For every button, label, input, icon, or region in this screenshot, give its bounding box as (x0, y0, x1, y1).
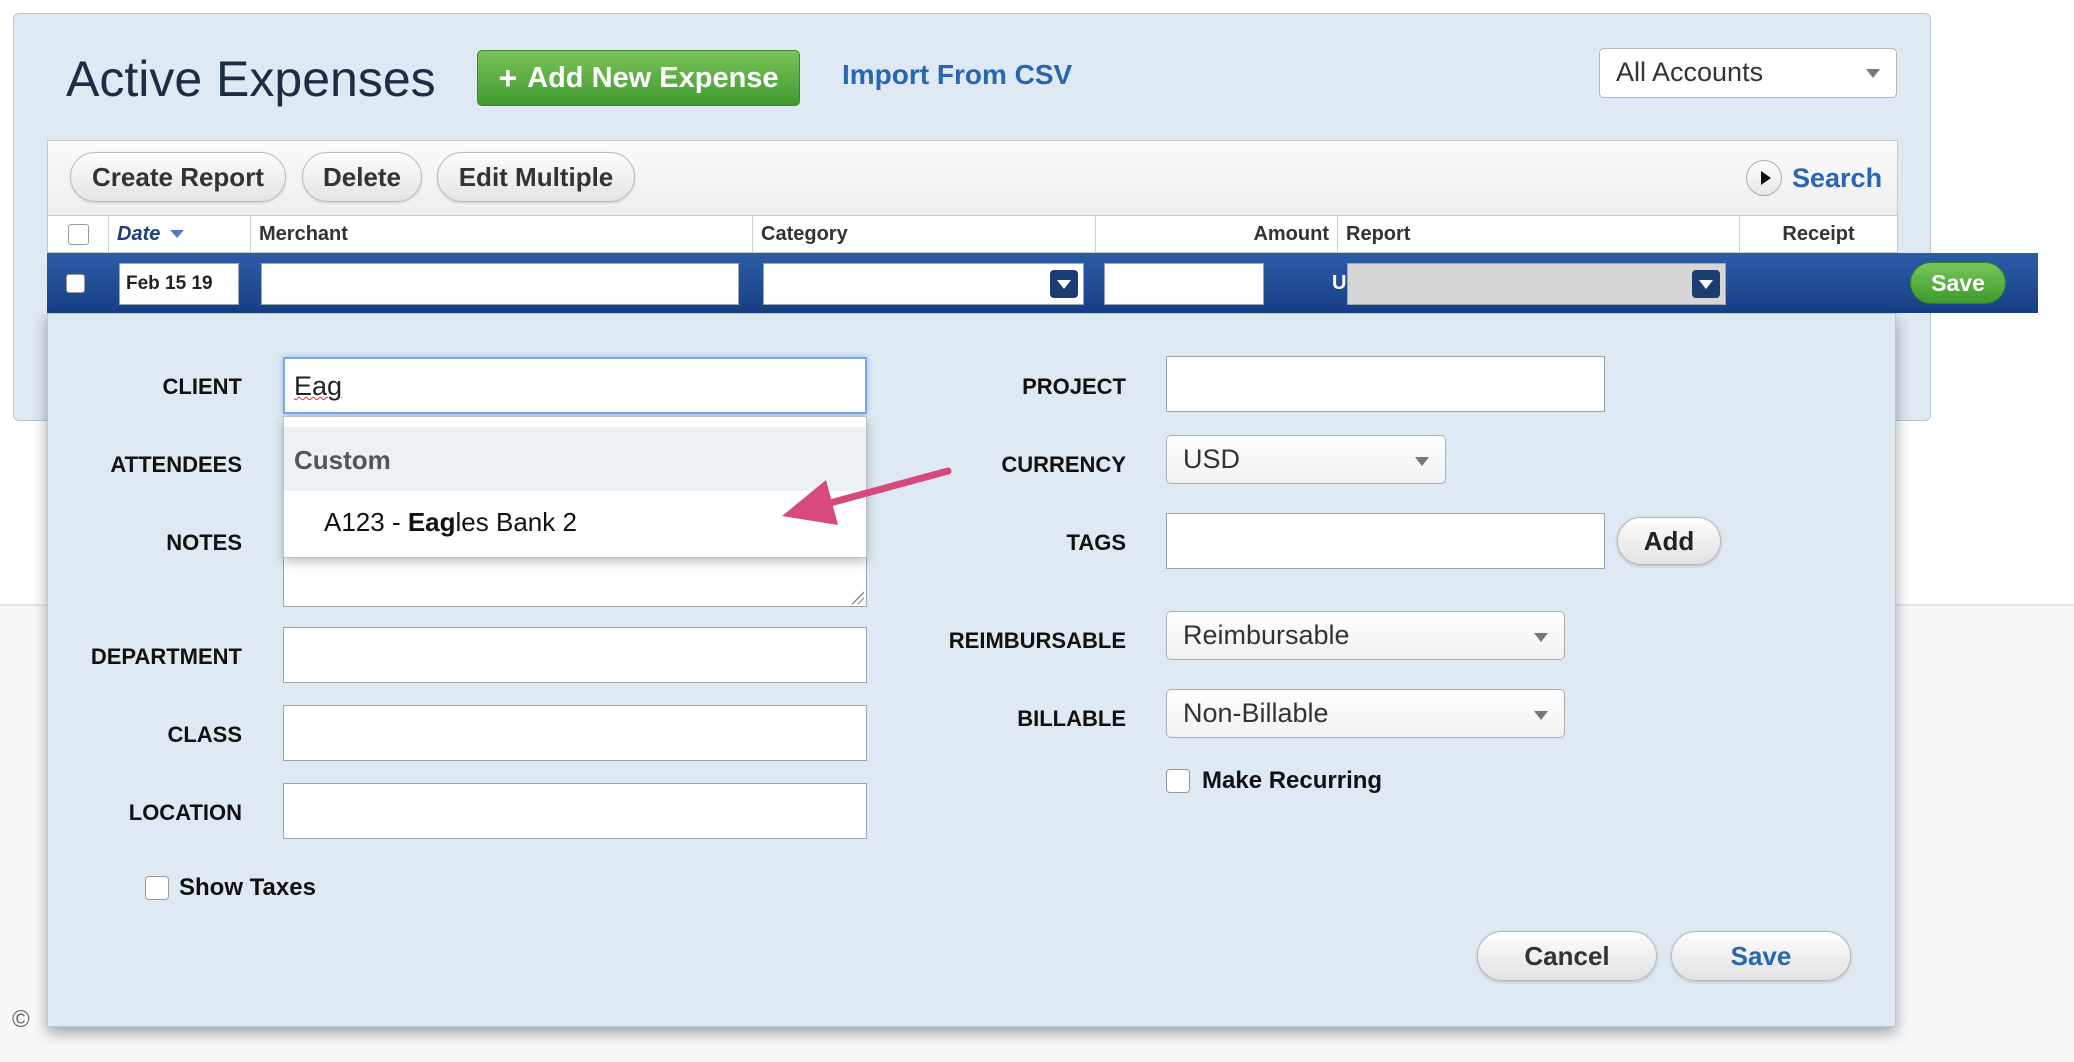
currency-select[interactable]: USD (1166, 435, 1446, 484)
column-date-label: Date (117, 222, 161, 245)
location-input[interactable] (283, 783, 867, 839)
save-button[interactable]: Save (1671, 931, 1851, 981)
make-recurring-toggle[interactable]: Make Recurring (1166, 767, 1382, 795)
currency-select-value: USD (1183, 444, 1241, 474)
billable-label: BILLABLE (1017, 706, 1126, 731)
reimbursable-label: REIMBURSABLE (948, 628, 1126, 653)
report-select[interactable] (1347, 263, 1726, 305)
resize-handle-icon[interactable] (850, 590, 864, 604)
select-all-cell (48, 216, 109, 252)
accounts-select[interactable]: All Accounts (1599, 48, 1897, 98)
chevron-down-icon[interactable] (1050, 270, 1078, 298)
chevron-down-icon (1866, 69, 1880, 78)
row-checkbox[interactable] (66, 274, 85, 293)
project-label: PROJECT (1022, 374, 1126, 399)
edit-multiple-button[interactable]: Edit Multiple (437, 152, 635, 202)
make-recurring-checkbox[interactable] (1166, 769, 1190, 793)
column-date[interactable]: Date (109, 216, 251, 252)
reimbursable-select-value: Reimbursable (1183, 620, 1350, 650)
table-header: Date Merchant Category Amount Report Rec… (47, 215, 1898, 253)
import-from-csv-link[interactable]: Import From CSV (842, 59, 1072, 91)
tags-input[interactable] (1166, 513, 1605, 569)
client-input[interactable]: Eag (283, 357, 867, 414)
accounts-select-value: All Accounts (1616, 57, 1764, 87)
project-input[interactable] (1166, 356, 1605, 412)
column-report[interactable]: Report (1338, 216, 1740, 252)
chevron-down-icon[interactable] (1692, 270, 1720, 298)
row-save-button[interactable]: Save (1910, 262, 2006, 304)
amount-input[interactable] (1104, 263, 1264, 305)
reimbursable-select[interactable]: Reimbursable (1166, 611, 1565, 660)
plus-icon: + (498, 59, 518, 96)
option-rest: les Bank 2 (455, 507, 577, 537)
add-new-expense-label: Add New Expense (527, 61, 779, 94)
chevron-down-icon (1534, 711, 1548, 720)
search-link[interactable]: Search (1792, 163, 1882, 194)
notes-label: NOTES (166, 530, 242, 555)
show-taxes-checkbox[interactable] (145, 876, 169, 900)
make-recurring-label: Make Recurring (1202, 767, 1383, 794)
column-receipt[interactable]: Receipt (1740, 216, 1897, 252)
department-input[interactable] (283, 627, 867, 683)
date-input[interactable]: Feb 15 19 (119, 263, 239, 305)
show-taxes-label: Show Taxes (179, 874, 316, 901)
client-input-value: Eag (294, 371, 343, 401)
delete-button[interactable]: Delete (302, 152, 422, 202)
option-match: Eag (407, 507, 456, 537)
column-category[interactable]: Category (753, 216, 1096, 252)
cancel-button[interactable]: Cancel (1477, 931, 1657, 981)
attendees-label: ATTENDEES (110, 452, 242, 477)
select-all-checkbox[interactable] (67, 223, 89, 245)
location-label: LOCATION (128, 800, 242, 825)
page-title: Active Expenses (66, 51, 436, 107)
billable-select-value: Non-Billable (1183, 698, 1329, 728)
show-taxes-toggle[interactable]: Show Taxes (145, 874, 316, 902)
client-label: CLIENT (162, 374, 242, 399)
expense-edit-row: Feb 15 19 USD (47, 253, 2038, 313)
category-select[interactable] (763, 263, 1084, 305)
department-label: DEPARTMENT (90, 644, 242, 669)
class-label: CLASS (167, 722, 242, 747)
search-toggle[interactable]: Search (1746, 160, 1882, 196)
create-report-button[interactable]: Create Report (70, 152, 286, 202)
option-prefix: A123 - (324, 507, 408, 537)
merchant-input[interactable] (261, 263, 739, 305)
sort-down-icon (170, 230, 185, 238)
add-new-expense-button[interactable]: + Add New Expense (477, 50, 800, 106)
annotation-arrow-icon (782, 467, 952, 525)
column-amount[interactable]: Amount (1096, 216, 1338, 252)
chevron-down-icon (1415, 457, 1429, 466)
copyright-text: © (12, 1006, 30, 1033)
column-merchant[interactable]: Merchant (251, 216, 753, 252)
billable-select[interactable]: Non-Billable (1166, 689, 1565, 738)
chevron-down-icon (1534, 633, 1548, 642)
play-icon[interactable] (1746, 160, 1782, 196)
class-input[interactable] (283, 705, 867, 761)
add-tag-button[interactable]: Add (1617, 517, 1721, 565)
